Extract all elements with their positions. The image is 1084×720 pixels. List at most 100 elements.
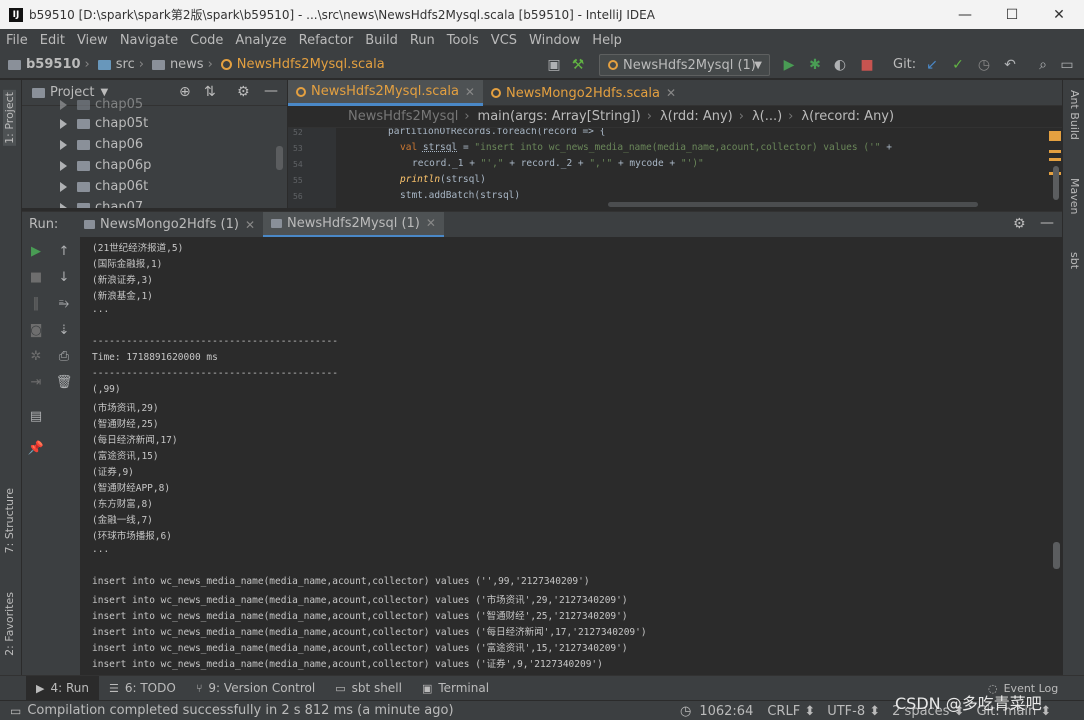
console-line: insert into wc_news_media_name(media_nam…: [92, 611, 628, 622]
scroll-down-icon[interactable]: ↓: [55, 268, 73, 286]
close-icon[interactable]: ✕: [245, 218, 255, 232]
menu-edit[interactable]: Edit: [34, 33, 71, 48]
menu-view[interactable]: View: [71, 33, 114, 48]
tree-item-chap05t[interactable]: chap05t: [60, 113, 148, 134]
hide-panel-icon[interactable]: —: [264, 83, 278, 99]
tool-tab-version-control[interactable]: ⑂ 9: Version Control: [186, 676, 325, 701]
menu-refactor[interactable]: Refactor: [293, 33, 360, 48]
pin-icon[interactable]: 📌: [27, 439, 45, 457]
print-icon[interactable]: ⎙: [55, 347, 73, 365]
close-icon[interactable]: ✕: [666, 86, 676, 100]
camera-icon[interactable]: ◙: [27, 321, 45, 339]
layout-icon[interactable]: ▤: [27, 407, 45, 425]
project-scrollbar[interactable]: [276, 146, 283, 170]
menu-analyze[interactable]: Analyze: [229, 33, 292, 48]
scroll-to-end-icon[interactable]: ⇣: [55, 321, 73, 339]
warning-marker[interactable]: [1049, 131, 1061, 141]
menu-window[interactable]: Window: [523, 33, 586, 48]
tree-item-chap06p[interactable]: chap06p: [60, 155, 151, 176]
rerun-icon[interactable]: ▶: [27, 242, 45, 260]
menu-code[interactable]: Code: [184, 33, 229, 48]
maximize-icon[interactable]: ☐: [989, 0, 1035, 29]
code-editor[interactable]: partitionOfRecords.foreach(record => { v…: [336, 128, 1046, 208]
file-encoding[interactable]: UTF-8 ⬍: [827, 704, 880, 719]
project-structure-icon[interactable]: ▣: [545, 56, 563, 74]
settings-debug-icon[interactable]: ✲: [27, 347, 45, 365]
error-stripe-mark[interactable]: [1049, 158, 1061, 161]
sbt-tool-tab[interactable]: sbt: [1068, 252, 1081, 269]
breadcrumb-main[interactable]: main(args: Array[String]): [478, 109, 641, 124]
gear-icon[interactable]: ⚙: [1013, 216, 1026, 232]
hide-panel-icon[interactable]: —: [1040, 215, 1054, 231]
project-panel: Project ▼ ⊕ ⇅ ⚙ — chap05 chap05t chap06 …: [22, 80, 287, 208]
tree-item-chap07[interactable]: chap07: [60, 197, 143, 208]
nav-file[interactable]: NewsHdfs2Mysql.scala: [220, 57, 385, 72]
nav-project[interactable]: b59510 ›: [8, 57, 94, 72]
collapse-all-icon[interactable]: ⇅: [204, 84, 216, 100]
git-commit-icon[interactable]: ✓: [949, 56, 967, 74]
pause-icon[interactable]: ‖: [27, 294, 45, 312]
caret-position[interactable]: 1062:64: [699, 704, 753, 719]
tool-tab-sbt-shell[interactable]: ▭ sbt shell: [325, 676, 412, 701]
git-history-icon[interactable]: ◷: [975, 56, 993, 74]
trash-icon[interactable]: 🗑: [55, 373, 73, 391]
tab-newshdfs2mysql[interactable]: NewsHdfs2Mysql.scala ✕: [288, 80, 483, 106]
coverage-icon[interactable]: ◐: [831, 56, 849, 74]
run-configuration-select[interactable]: NewsHdfs2Mysql (1) ▼: [599, 54, 770, 76]
stop-icon[interactable]: ■: [27, 268, 45, 286]
close-icon[interactable]: ✕: [465, 85, 475, 99]
tree-item-chap06[interactable]: chap06: [60, 134, 143, 155]
status-layout-icon[interactable]: ▭: [10, 704, 21, 718]
menu-vcs[interactable]: VCS: [485, 33, 523, 48]
scroll-up-icon[interactable]: ↑: [55, 242, 73, 260]
search-icon[interactable]: ⌕: [1034, 56, 1052, 74]
run-icon[interactable]: ▶: [780, 56, 798, 74]
run-tab-newshdfs2mysql[interactable]: NewsHdfs2Mysql (1) ✕: [263, 211, 444, 238]
tree-item-chap05[interactable]: chap05: [60, 94, 143, 115]
git-update-icon[interactable]: ↙: [923, 56, 941, 74]
menu-navigate[interactable]: Navigate: [114, 33, 184, 48]
debug-icon[interactable]: ✱: [806, 56, 824, 74]
soft-wrap-icon[interactable]: ⥱: [55, 294, 73, 312]
breadcrumb-object[interactable]: NewsHdfs2Mysql: [348, 109, 458, 124]
structure-tool-tab[interactable]: 7: Structure: [3, 488, 16, 553]
clock-icon[interactable]: ◷: [680, 704, 691, 719]
editor-vertical-scrollbar[interactable]: [1053, 166, 1059, 200]
line-separator[interactable]: CRLF ⬍: [767, 704, 815, 719]
menu-file[interactable]: File: [0, 33, 34, 48]
error-stripe-mark[interactable]: [1049, 150, 1061, 153]
nav-news[interactable]: news ›: [151, 57, 217, 72]
tab-newsmongo2hdfs[interactable]: NewsMongo2Hdfs.scala ✕: [483, 80, 684, 106]
menu-help[interactable]: Help: [586, 33, 628, 48]
console-scrollbar[interactable]: [1053, 542, 1060, 569]
maven-tool-tab[interactable]: Maven: [1068, 178, 1081, 214]
tool-tab-run[interactable]: ▶ 4: Run: [26, 675, 99, 701]
locate-target-icon[interactable]: ⊕: [179, 84, 191, 100]
stop-icon[interactable]: ■: [858, 56, 876, 74]
ant-build-tool-tab[interactable]: Ant Build: [1068, 90, 1081, 140]
build-hammer-icon[interactable]: ⚒: [569, 56, 587, 74]
menu-run[interactable]: Run: [404, 33, 441, 48]
tree-item-chap06t[interactable]: chap06t: [60, 176, 148, 197]
breadcrumb-lambda-record[interactable]: λ(record: Any): [801, 109, 894, 124]
menu-build[interactable]: Build: [359, 33, 404, 48]
tool-tab-terminal[interactable]: ▣ Terminal: [412, 676, 499, 701]
nav-src[interactable]: src ›: [97, 57, 148, 72]
run-tab-newsmongo2hdfs[interactable]: NewsMongo2Hdfs (1) ✕: [76, 212, 263, 238]
rollback-icon[interactable]: ↶: [1001, 56, 1019, 74]
close-window-icon[interactable]: ✕: [1036, 0, 1082, 29]
run-console[interactable]: (21世纪经济报道,5) (国际金融报,1) (新浪证券,3) (新浪基金,1)…: [80, 237, 1062, 675]
breadcrumb-lambda[interactable]: λ(...): [752, 109, 782, 124]
editor-horizontal-scrollbar[interactable]: [608, 202, 978, 207]
menu-tools[interactable]: Tools: [441, 33, 485, 48]
gear-icon[interactable]: ⚙: [237, 84, 250, 100]
breadcrumb-lambda-rdd[interactable]: λ(rdd: Any): [660, 109, 733, 124]
close-icon[interactable]: ✕: [426, 216, 436, 230]
minimize-icon[interactable]: —: [942, 0, 988, 29]
project-tool-tab[interactable]: 1: Project: [3, 90, 16, 146]
exit-icon[interactable]: ⇥: [27, 373, 45, 391]
favorites-tool-tab[interactable]: 2: Favorites: [3, 592, 16, 656]
services-icon[interactable]: ▭: [1058, 56, 1076, 74]
status-message[interactable]: Compilation completed successfully in 2 …: [27, 703, 453, 718]
tool-tab-todo[interactable]: ☰ 6: TODO: [99, 676, 186, 701]
